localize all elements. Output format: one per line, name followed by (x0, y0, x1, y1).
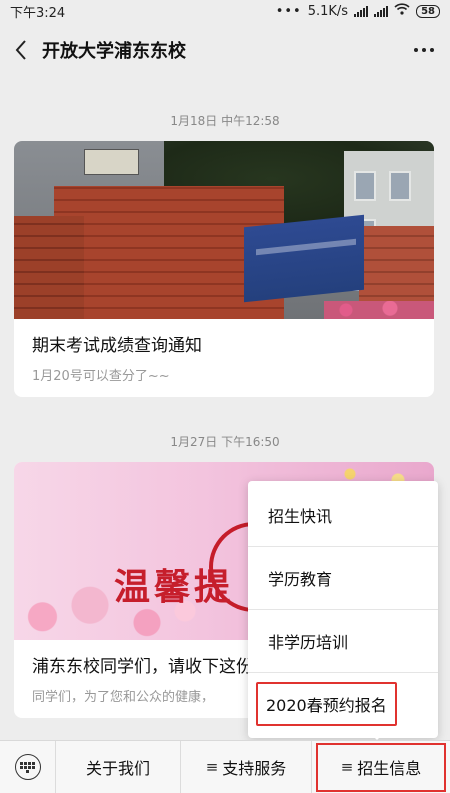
popup-pointer (370, 733, 384, 740)
cover-text: 温馨提 (114, 566, 235, 608)
article-cover-image (14, 141, 434, 319)
submenu-item-label: 招生快讯 (268, 506, 333, 526)
submenu-item-label: 学历教育 (268, 570, 333, 589)
submenu-item-non-degree-training[interactable]: 非学历培训 (248, 609, 438, 672)
submenu-item-label: 非学历培训 (268, 633, 349, 652)
menu-about-us-button[interactable]: 关于我们 (56, 740, 181, 793)
menu-lines-icon: ≡ (205, 758, 219, 776)
battery-icon: 58 (416, 4, 440, 18)
menu-button-label: 招生信息 (357, 759, 422, 778)
message-timestamp: 1月27日 下午16:50 (170, 435, 280, 449)
status-time: 下午3:24 (10, 5, 66, 21)
back-arrow-icon[interactable] (0, 22, 42, 78)
message-timestamp: 1月18日 中午12:58 (170, 114, 280, 128)
submenu-item-enrollment-news[interactable]: 招生快讯 (248, 483, 438, 546)
submenu-popup: 招生快讯 学历教育 非学历培训 2020春预约报名 (248, 481, 438, 738)
wifi-icon (394, 3, 410, 19)
menu-button-label: 支持服务 (222, 759, 287, 778)
network-speed: 5.1K/s (307, 3, 349, 19)
keyboard-icon[interactable] (0, 740, 56, 793)
submenu-item-label: 2020春预约报名 (256, 682, 397, 726)
menu-lines-icon: ≡ (340, 758, 354, 776)
status-bar: 下午3:24 ••• 5.1K/s 58 (0, 0, 450, 22)
article-card[interactable]: 期末考试成绩查询通知 1月20号可以查分了~~ (14, 141, 434, 397)
menu-button-label: 关于我们 (85, 759, 150, 778)
menu-support-services-button[interactable]: ≡ 支持服务 (181, 740, 312, 793)
article-title: 期末考试成绩查询通知 (32, 336, 202, 356)
submenu-item-spring-registration[interactable]: 2020春预约报名 (248, 672, 438, 735)
bottom-menu-bar: 关于我们 ≡ 支持服务 ≡ 招生信息 (0, 740, 450, 793)
menu-enrollment-info-button[interactable]: ≡ 招生信息 (312, 741, 450, 793)
nav-bar: 开放大学浦东东校 (0, 22, 450, 78)
signal-2-icon (374, 5, 389, 17)
page-title: 开放大学浦东东校 (42, 41, 186, 62)
more-options-icon[interactable] (398, 22, 450, 78)
submenu-item-degree-education[interactable]: 学历教育 (248, 546, 438, 609)
dots-icon: ••• (275, 3, 302, 19)
status-indicators: ••• 5.1K/s 58 (276, 3, 440, 19)
signal-icon (354, 5, 369, 17)
article-description: 1月20号可以查分了~~ (32, 369, 170, 384)
